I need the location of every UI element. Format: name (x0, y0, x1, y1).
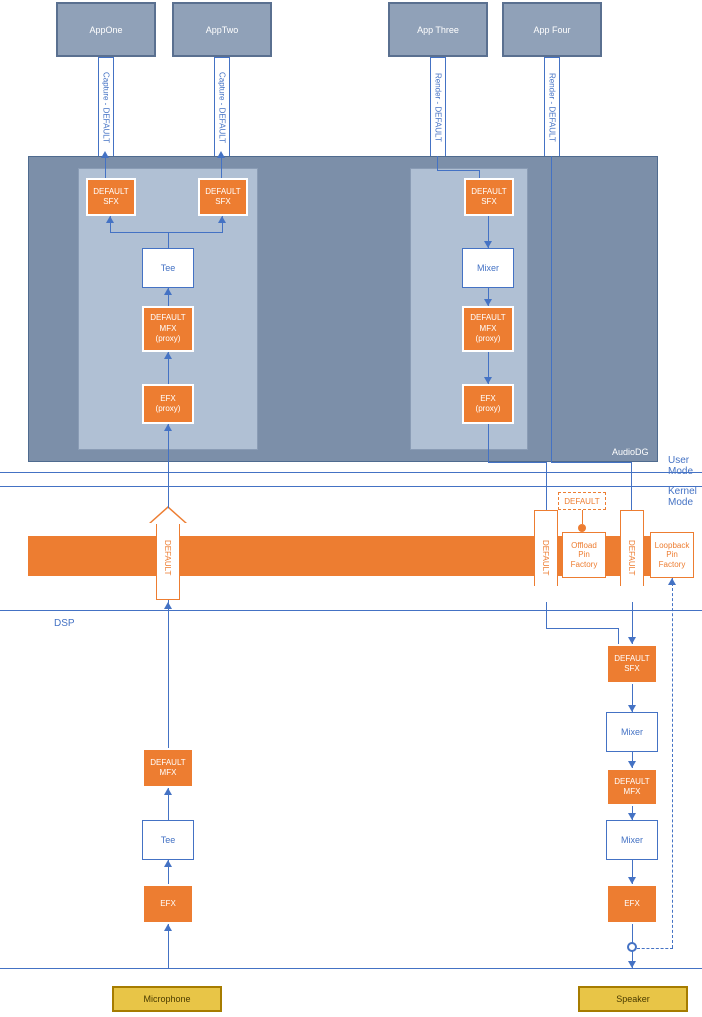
efx-bl: EFX (142, 884, 194, 924)
speaker: Speaker (578, 986, 688, 1012)
arrow-head (164, 288, 172, 295)
arrow-head (628, 813, 636, 820)
user-mode-label: User Mode (668, 455, 693, 477)
arrow-head (628, 877, 636, 884)
arrow-head (164, 602, 172, 609)
mixer-2: Mixer (606, 712, 658, 752)
arrow (546, 462, 547, 512)
dsp-label: DSP (54, 618, 75, 629)
arrow-head (218, 216, 226, 223)
arrow-head (164, 352, 172, 359)
arrow (437, 170, 479, 171)
tee-1: Tee (142, 248, 194, 288)
mixer-3: Mixer (606, 820, 658, 860)
arrow-head (164, 424, 172, 431)
bah (614, 586, 650, 602)
bah (528, 586, 564, 602)
arrow (479, 170, 480, 178)
kernel-mode-line (0, 486, 702, 487)
arrow (618, 628, 619, 644)
big-arrow-up-head (150, 508, 186, 524)
default-mfx-bl: DEFAULT MFX (142, 748, 194, 788)
arrow-head (164, 860, 172, 867)
arrow-head (484, 299, 492, 306)
default-tag: DEFAULT (558, 492, 606, 510)
kernel-mode-label: Kernel Mode (668, 486, 697, 508)
arrow-head (101, 151, 109, 158)
default-sfx-r: DEFAULT SFX (464, 178, 514, 216)
default-sfx-br: DEFAULT SFX (606, 644, 658, 684)
default-mfx-proxy-l: DEFAULT MFX (proxy) (142, 306, 194, 352)
arrow-head (628, 961, 636, 968)
mixer-1: Mixer (462, 248, 514, 288)
app-three: App Three (388, 2, 488, 57)
arrow (221, 156, 222, 178)
render-default-2: Render - DEFAULT (544, 57, 560, 157)
default-sfx-l2: DEFAULT SFX (198, 178, 248, 216)
arrow-head (164, 924, 172, 931)
arrow-head (628, 637, 636, 644)
arrow (546, 602, 547, 628)
default-mfx-proxy-r: DEFAULT MFX (proxy) (462, 306, 514, 352)
arrow-head (164, 788, 172, 795)
arrow-head (217, 151, 225, 158)
arrow (488, 424, 489, 462)
arrow-head (628, 761, 636, 768)
efx-proxy-l: EFX (proxy) (142, 384, 194, 424)
microphone: Microphone (112, 986, 222, 1012)
arrow (168, 232, 223, 233)
default-sfx-l1: DEFAULT SFX (86, 178, 136, 216)
arrow (631, 462, 632, 510)
loopback-line-v (672, 578, 673, 948)
capture-default-1: Capture - DEFAULT (98, 57, 114, 157)
app-four: App Four (502, 2, 602, 57)
efx-proxy-r: EFX (proxy) (462, 384, 514, 424)
arrow (437, 156, 438, 170)
capture-default-2: Capture - DEFAULT (214, 57, 230, 157)
app-two: AppTwo (172, 2, 272, 57)
arrow (551, 462, 631, 463)
arrow-label-default-2: DEFAULT (541, 540, 550, 575)
arrow-head (484, 377, 492, 384)
arrow (551, 156, 552, 462)
arrow (168, 600, 169, 748)
dsp-line (0, 610, 702, 611)
app-one: AppOne (56, 2, 156, 57)
arrow-head (484, 241, 492, 248)
arrow-label-default-3: DEFAULT (627, 540, 636, 575)
arrow (168, 424, 169, 514)
loopback-head (668, 578, 676, 585)
bottom-line (0, 968, 702, 969)
user-mode-line (0, 472, 702, 473)
loopback-line-h (637, 948, 673, 949)
arrow-head (106, 216, 114, 223)
efx-br: EFX (606, 884, 658, 924)
audiodg-label: AudioDG (612, 447, 649, 457)
arrow (110, 232, 168, 233)
arrow (546, 628, 618, 629)
arrow (105, 156, 106, 178)
arrow (168, 232, 169, 248)
render-default-1: Render - DEFAULT (430, 57, 446, 157)
junction-node (627, 942, 637, 952)
loopback-pin: Loopback Pin Factory (650, 532, 694, 578)
tee-2: Tee (142, 820, 194, 860)
dot (578, 524, 586, 532)
conn (582, 510, 583, 524)
default-mfx-br: DEFAULT MFX (606, 768, 658, 806)
arrow-head (628, 705, 636, 712)
arrow-label-default-1: DEFAULT (163, 540, 172, 575)
offload-pin: Offload Pin Factory (562, 532, 606, 578)
arrow (488, 462, 546, 463)
